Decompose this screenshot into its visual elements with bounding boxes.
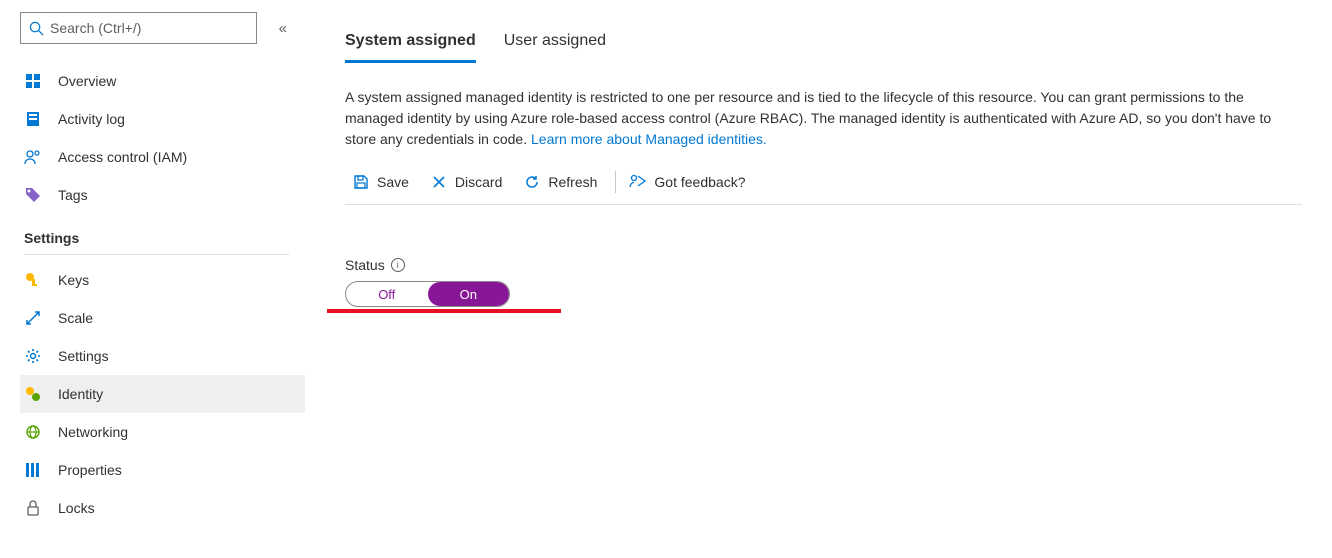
separator — [615, 171, 616, 193]
command-bar: Save Discard Refresh Got feedback? — [345, 166, 1302, 205]
nav-identity[interactable]: Identity — [20, 375, 305, 413]
nav-keys[interactable]: Keys — [20, 261, 305, 299]
nav-label: Access control (IAM) — [58, 149, 187, 165]
toggle-on[interactable]: On — [428, 282, 510, 306]
feedback-label: Got feedback? — [654, 174, 745, 190]
key-icon — [24, 271, 42, 289]
description: A system assigned managed identity is re… — [345, 87, 1295, 150]
main-panel: System assigned User assigned A system a… — [305, 0, 1332, 558]
gear-icon — [24, 347, 42, 365]
tag-icon — [24, 186, 42, 204]
collapse-icon[interactable]: « — [279, 20, 287, 37]
nav-label: Settings — [58, 348, 109, 364]
save-button[interactable]: Save — [345, 166, 423, 198]
nav-access-control[interactable]: Access control (IAM) — [20, 138, 305, 176]
nav-scale[interactable]: Scale — [20, 299, 305, 337]
refresh-button[interactable]: Refresh — [516, 166, 611, 198]
nav-label: Networking — [58, 424, 128, 440]
tab-system-assigned[interactable]: System assigned — [345, 32, 476, 63]
status-section: Status i Off On — [345, 257, 510, 307]
toggle-off[interactable]: Off — [346, 282, 428, 306]
search-row: « — [20, 12, 305, 44]
discard-icon — [431, 174, 447, 190]
status-toggle[interactable]: Off On — [345, 281, 510, 307]
nav-properties[interactable]: Properties — [20, 451, 305, 489]
annotation-underline — [327, 309, 561, 313]
log-icon — [24, 110, 42, 128]
nav-label: Tags — [58, 187, 88, 203]
refresh-icon — [524, 174, 540, 190]
nav-activity-log[interactable]: Activity log — [20, 100, 305, 138]
overview-icon — [24, 72, 42, 90]
identity-icon — [24, 385, 42, 403]
tab-user-assigned[interactable]: User assigned — [504, 32, 606, 63]
people-icon — [24, 148, 42, 166]
save-icon — [353, 174, 369, 190]
search-input[interactable] — [50, 20, 248, 36]
nav-locks[interactable]: Locks — [20, 489, 305, 527]
nav-scroll[interactable]: Overview Activity log Access control (IA… — [20, 62, 305, 558]
feedback-button[interactable]: Got feedback? — [620, 166, 759, 198]
nav-label: Identity — [58, 386, 103, 402]
discard-button[interactable]: Discard — [423, 166, 516, 198]
refresh-label: Refresh — [548, 174, 597, 190]
section-settings-title: Settings — [24, 230, 289, 255]
feedback-icon — [628, 174, 646, 190]
nav-settings[interactable]: Settings — [20, 337, 305, 375]
properties-icon — [24, 461, 42, 479]
nav-label: Properties — [58, 462, 122, 478]
nav-tags[interactable]: Tags — [20, 176, 305, 214]
lock-icon — [24, 499, 42, 517]
nav-label: Scale — [58, 310, 93, 326]
scale-icon — [24, 309, 42, 327]
nav-label: Overview — [58, 73, 116, 89]
info-icon[interactable]: i — [391, 258, 405, 272]
search-icon — [29, 21, 44, 36]
discard-label: Discard — [455, 174, 502, 190]
save-label: Save — [377, 174, 409, 190]
nav-overview[interactable]: Overview — [20, 62, 305, 100]
search-box[interactable] — [20, 12, 257, 44]
sidebar: « Overview Activity log Access control (… — [0, 0, 305, 558]
tabs: System assigned User assigned — [345, 32, 1302, 63]
networking-icon — [24, 423, 42, 441]
description-text: A system assigned managed identity is re… — [345, 89, 1271, 147]
nav-label: Keys — [58, 272, 89, 288]
nav-label: Activity log — [58, 111, 125, 127]
learn-more-link[interactable]: Learn more about Managed identities. — [531, 131, 767, 147]
nav-label: Locks — [58, 500, 95, 516]
nav-networking[interactable]: Networking — [20, 413, 305, 451]
status-label-row: Status i — [345, 257, 510, 273]
status-label: Status — [345, 257, 385, 273]
